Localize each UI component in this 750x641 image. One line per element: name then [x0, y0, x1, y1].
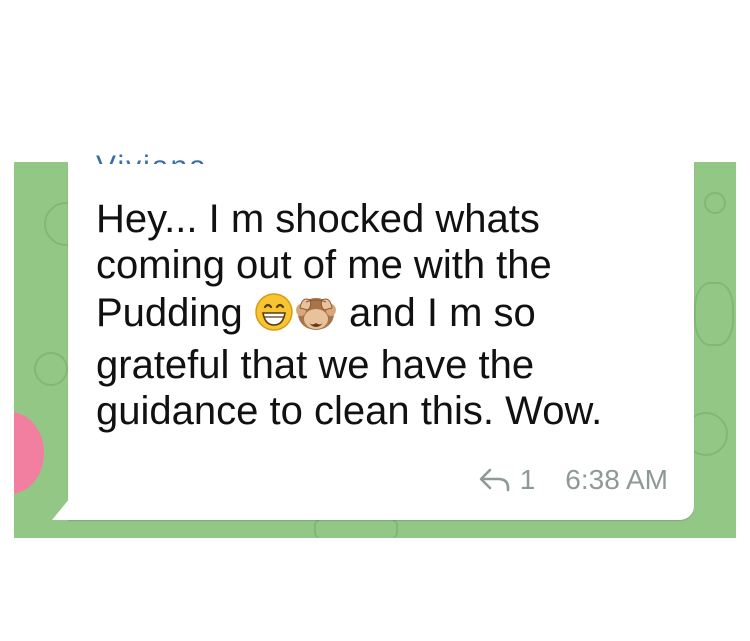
- see-no-evil-monkey-icon: [294, 288, 338, 342]
- background-doodle: [34, 352, 68, 386]
- message-text: Hey... I m shocked whats coming out of m…: [96, 196, 676, 434]
- grinning-face-icon: [254, 292, 294, 342]
- message-line: coming out of me with the: [96, 243, 552, 287]
- message-line: grateful that we have the: [96, 343, 535, 387]
- message-time: 6:38 AM: [565, 464, 668, 495]
- message-meta: 1 6:38 AM: [478, 464, 668, 496]
- background-doodle: [694, 282, 734, 346]
- avatar[interactable]: [14, 412, 44, 494]
- message-line: guidance to clean this. Wow.: [96, 389, 603, 433]
- reply-icon[interactable]: [478, 466, 512, 494]
- reply-count[interactable]: 1: [520, 464, 536, 496]
- message-line: Pudding: [96, 291, 243, 335]
- message-line: and I m so: [349, 291, 536, 335]
- message-line: Hey... I m shocked whats: [96, 197, 540, 241]
- message-bubble[interactable]: Viviana Hey... I m shocked whats coming …: [52, 152, 694, 520]
- sender-name[interactable]: Viviana: [96, 148, 208, 165]
- background-doodle: [704, 192, 726, 214]
